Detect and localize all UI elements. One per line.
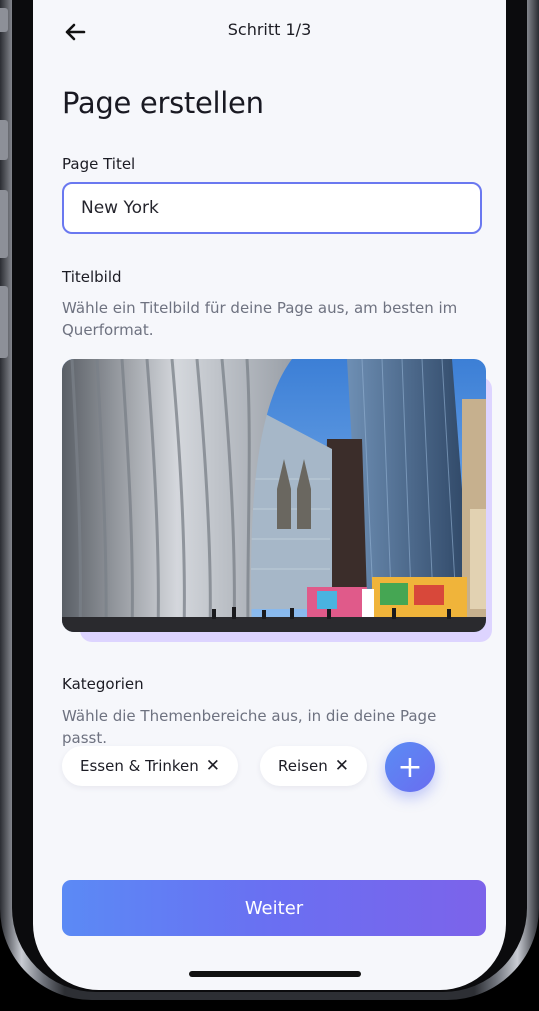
- plus-icon: +: [397, 749, 423, 785]
- side-button-mute: [0, 8, 8, 32]
- home-indicator: [189, 971, 361, 977]
- page-title-input[interactable]: [62, 182, 482, 234]
- cover-hint: Wähle ein Titelbild für deine Page aus, …: [62, 299, 458, 339]
- add-category-button[interactable]: +: [385, 742, 435, 792]
- app-screen: Schritt 1/3 Page erstellen Page Titel Ti…: [33, 0, 506, 990]
- category-chip-label: Essen & Trinken: [80, 757, 199, 775]
- side-button-volume-down: [0, 190, 8, 258]
- close-icon[interactable]: ✕: [335, 757, 349, 775]
- cover-photo: [62, 359, 486, 632]
- next-button[interactable]: Weiter: [62, 880, 486, 936]
- categories-label: Kategorien: [62, 675, 144, 693]
- close-icon[interactable]: ✕: [206, 757, 220, 775]
- cover-image[interactable]: [62, 359, 486, 632]
- top-bar: Schritt 1/3: [33, 0, 506, 64]
- step-indicator: Schritt 1/3: [227, 20, 312, 39]
- side-button-volume-up: [0, 120, 8, 160]
- category-chip-essen-trinken[interactable]: Essen & Trinken ✕: [62, 746, 239, 786]
- side-button-power: [0, 286, 8, 358]
- cover-label: Titelbild: [62, 268, 122, 286]
- category-chip-reisen[interactable]: Reisen ✕: [260, 746, 367, 786]
- category-chip-label: Reisen: [278, 757, 328, 775]
- page-title-label: Page Titel: [62, 155, 136, 173]
- categories-hint: Wähle die Themenbereiche aus, in die dei…: [62, 707, 437, 747]
- cover-image-picker: [62, 359, 492, 642]
- page-title: Page erstellen: [62, 86, 264, 120]
